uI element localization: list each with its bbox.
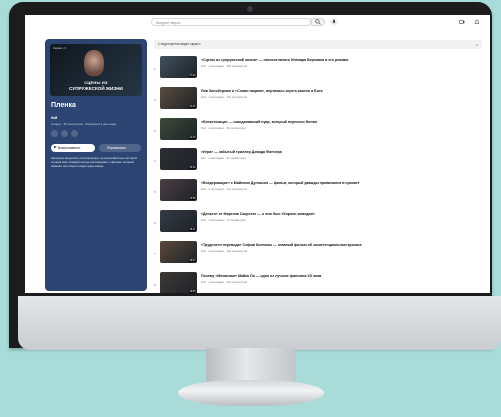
search-icon — [315, 19, 321, 25]
notice-text: 1 недоступное видео скрыто — [158, 42, 201, 46]
create-video-icon[interactable] — [459, 19, 465, 25]
video-title[interactable]: «Бескоточица» — скандинавский нуар, кото… — [201, 120, 481, 124]
playlist-video-row[interactable]: 8 19:05 Почему «Механизм» Майка Ли — одно … — [154, 271, 484, 293]
screen: Введите запрос Сериал • 3 СЦЕНЫ ИЗ СУПРУ… — [25, 15, 490, 293]
playlist-author[interactable]: Кой — [51, 116, 57, 120]
video-index: 6 — [154, 220, 156, 225]
video-duration: 18:47 — [188, 258, 196, 262]
video-title[interactable]: «Воздержащие» с Майклом Дугласом — фильм… — [201, 181, 481, 185]
video-meta: Кой · 1 млн видео · 50к просмотров — [201, 64, 248, 68]
video-thumbnail[interactable]: 19:05 — [160, 271, 197, 293]
share-icon[interactable] — [61, 130, 68, 137]
video-thumbnail[interactable]: 12:40 — [160, 117, 197, 140]
video-meta: Кой · 1 млн видео · 7к просмотров — [201, 217, 246, 222]
playlist-title: Пленка — [51, 102, 76, 109]
playlist-description: Авторские видеоэссе об интересных, но ма… — [51, 156, 138, 168]
search-button[interactable] — [311, 18, 325, 26]
video-thumbnail[interactable]: 15:22 — [160, 148, 197, 171]
video-meta: Кой · 1 млн видео · 9к просмотров — [201, 156, 246, 161]
video-title[interactable]: «Сцены из супружеской жизни» — пятисотни… — [201, 58, 481, 62]
playlist-meta: 9 видео · 25 просмотров · Обновлено 3 дн… — [51, 122, 117, 126]
video-duration: 14:30 — [188, 104, 196, 108]
playlist-panel: Сериал • 3 СЦЕНЫ ИЗ СУПРУЖЕСКОЙ ЖИЗНИ Пл… — [45, 39, 147, 291]
shuffle-button[interactable]: Перемешать — [99, 144, 141, 152]
playlist-cover[interactable]: Сериал • 3 СЦЕНЫ ИЗ СУПРУЖЕСКОЙ ЖИЗНИ — [50, 44, 142, 96]
video-index: 5 — [154, 190, 156, 195]
cover-caption-line2: СУПРУЖЕСКОЙ ЖИЗНИ — [69, 86, 123, 91]
save-playlist-icon[interactable] — [51, 130, 58, 137]
video-meta: Кой · 1 млн видео · 20к просмотров — [201, 248, 248, 253]
monitor-frame: Введите запрос Сериал • 3 СЦЕНЫ ИЗ СУПРУ… — [9, 2, 501, 350]
video-thumbnail[interactable]: 16:11 — [160, 209, 197, 232]
monitor-stand-neck — [206, 348, 296, 384]
video-thumbnail[interactable]: 13:58 — [160, 179, 197, 202]
voice-search-button[interactable] — [330, 18, 338, 26]
video-index: 7 — [154, 251, 156, 256]
video-title[interactable]: «Трудности перевода» Софии Копполы — гла… — [201, 243, 481, 247]
video-index: 1 — [154, 67, 156, 71]
search-input[interactable]: Введите запрос — [151, 18, 311, 26]
cover-portrait — [84, 50, 104, 76]
camera-dot — [247, 6, 253, 12]
video-duration: 15:22 — [188, 166, 196, 170]
video-index: 3 — [154, 128, 156, 133]
cover-tag: Сериал • 3 — [53, 47, 66, 50]
video-duration: 17:04 — [188, 74, 196, 77]
video-duration: 16:11 — [189, 227, 196, 231]
microphone-icon — [332, 19, 336, 24]
video-thumbnail[interactable]: 17:04 — [160, 56, 197, 78]
playlist-video-row[interactable]: 4 15:22 «Игра» — забытый триллер Дэвида Фи… — [154, 147, 484, 178]
playlist-video-row[interactable]: 6 16:11 «Деньги» от Мартина Скорсезе — о ч… — [154, 209, 484, 240]
video-duration: 19:05 — [188, 289, 196, 293]
video-meta: Кой · 1 млн видео · 15к просмотров — [201, 94, 248, 99]
topbar: Введите запрос — [25, 15, 490, 29]
cover-caption-line1: СЦЕНЫ ИЗ — [84, 80, 108, 85]
video-meta: Кой · 1 млн видео · 12к просмотров — [201, 187, 248, 192]
video-meta: Кой · 1 млн видео · 8к просмотров — [201, 125, 246, 130]
playlist-video-row[interactable]: 3 12:40 «Бескоточица» — скандинавский нуар… — [154, 117, 484, 148]
video-title[interactable]: «Игра» — забытый триллер Дэвида Финчера — [201, 150, 481, 154]
video-title[interactable]: «Деньги» от Мартина Скорсезе — о чем был… — [201, 212, 481, 216]
video-title[interactable]: Почему «Механизм» Майка Ли — одно из луч… — [201, 274, 481, 278]
hidden-videos-notice: 1 недоступное видео скрыто × — [154, 40, 482, 49]
notifications-bell-icon[interactable] — [474, 19, 480, 25]
video-duration: 12:40 — [188, 135, 196, 139]
playlist-video-row[interactable]: 1 17:04 «Сцены из супружеской жизни» — пят… — [154, 55, 484, 86]
video-index: 2 — [154, 97, 156, 102]
playlist-video-row[interactable]: 2 14:30 Ляв Зильберман и «Слово пацана», в… — [154, 86, 484, 117]
playlist-video-row[interactable]: 7 18:47 «Трудности перевода» Софии Копполы… — [154, 240, 484, 271]
video-title[interactable]: Ляв Зильберман и «Слово пацана», вертика… — [201, 89, 481, 93]
video-thumbnail[interactable]: 14:30 — [160, 86, 197, 109]
monitor-chin — [18, 296, 501, 350]
video-index: 8 — [154, 282, 156, 287]
playlist-video-row[interactable]: 5 13:58 «Воздержащие» с Майклом Дугласом —… — [154, 178, 484, 209]
close-icon[interactable]: × — [476, 40, 478, 49]
monitor-stand-base — [178, 380, 324, 406]
video-list: 1 17:04 «Сцены из супружеской жизни» — пят… — [154, 55, 484, 293]
more-options-icon[interactable] — [71, 130, 78, 137]
video-thumbnail[interactable]: 18:47 — [160, 240, 197, 263]
video-meta: Кой · 1 млн видео · 11к просмотров — [201, 279, 247, 284]
video-index: 4 — [154, 159, 156, 164]
play-all-button[interactable]: Воспроизвести — [51, 144, 95, 152]
video-duration: 13:58 — [188, 197, 196, 201]
